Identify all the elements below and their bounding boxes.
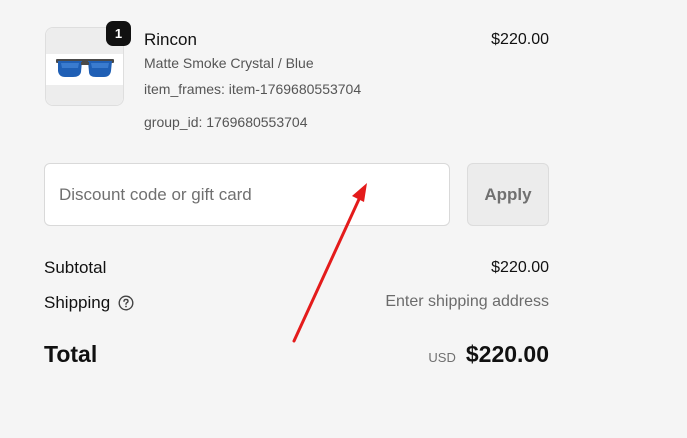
product-price: $220.00: [491, 31, 549, 48]
total-amount: USD $220.00: [428, 341, 549, 368]
product-name: Rincon: [144, 30, 197, 49]
total-value: $220.00: [465, 341, 549, 367]
shipping-row-label: Shipping: [44, 293, 134, 313]
order-summary: 1 Rincon $220.00 Matte Smoke Crystal / B…: [0, 0, 687, 438]
thumbnail-band-bottom: [46, 85, 123, 105]
quantity-badge: 1: [106, 21, 131, 46]
apply-discount-button[interactable]: Apply: [467, 163, 549, 226]
sunglasses-icon: [56, 59, 114, 77]
product-item-frames: item_frames: item-1769680553704: [144, 81, 362, 97]
product-group-id: group_id: 1769680553704: [144, 114, 308, 130]
discount-code-input[interactable]: [44, 163, 450, 226]
currency-code: USD: [428, 350, 456, 365]
total-label: Total: [44, 341, 98, 367]
shipping-value: Enter shipping address: [385, 293, 549, 310]
subtotal-label: Subtotal: [44, 258, 107, 277]
subtotal-value: $220.00: [491, 259, 549, 276]
shipping-label: Shipping: [44, 293, 111, 312]
question-circle-icon[interactable]: [118, 295, 134, 311]
product-variant: Matte Smoke Crystal / Blue: [144, 55, 314, 71]
